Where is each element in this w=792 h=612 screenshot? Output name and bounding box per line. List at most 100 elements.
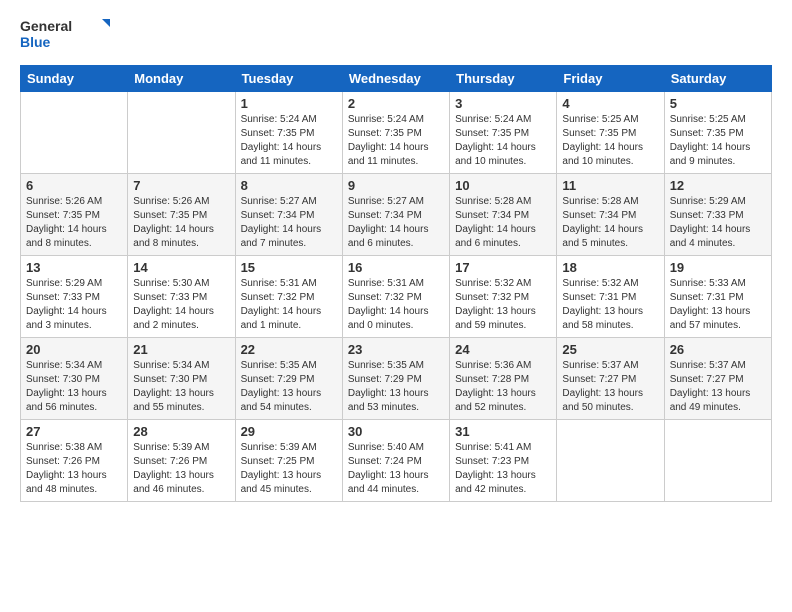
weekday-header-saturday: Saturday bbox=[664, 66, 771, 92]
day-info: Sunrise: 5:36 AM Sunset: 7:28 PM Dayligh… bbox=[455, 359, 551, 415]
calendar-cell: 19 Sunrise: 5:33 AM Sunset: 7:31 PM Dayli… bbox=[664, 256, 771, 338]
day-number: 2 bbox=[348, 96, 444, 111]
day-info: Sunrise: 5:25 AM Sunset: 7:35 PM Dayligh… bbox=[670, 113, 766, 169]
day-number: 1 bbox=[241, 96, 337, 111]
day-number: 26 bbox=[670, 342, 766, 357]
day-number: 30 bbox=[348, 424, 444, 439]
day-info: Sunrise: 5:24 AM Sunset: 7:35 PM Dayligh… bbox=[241, 113, 337, 169]
day-info: Sunrise: 5:35 AM Sunset: 7:29 PM Dayligh… bbox=[241, 359, 337, 415]
day-info: Sunrise: 5:33 AM Sunset: 7:31 PM Dayligh… bbox=[670, 277, 766, 333]
day-number: 29 bbox=[241, 424, 337, 439]
calendar-week-2: 6 Sunrise: 5:26 AM Sunset: 7:35 PM Daylig… bbox=[21, 174, 772, 256]
calendar-cell: 15 Sunrise: 5:31 AM Sunset: 7:32 PM Dayli… bbox=[235, 256, 342, 338]
svg-text:Blue: Blue bbox=[20, 34, 51, 50]
calendar-cell: 10 Sunrise: 5:28 AM Sunset: 7:34 PM Dayli… bbox=[450, 174, 557, 256]
day-number: 10 bbox=[455, 178, 551, 193]
weekday-header-tuesday: Tuesday bbox=[235, 66, 342, 92]
calendar-cell: 1 Sunrise: 5:24 AM Sunset: 7:35 PM Daylig… bbox=[235, 92, 342, 174]
calendar-cell: 11 Sunrise: 5:28 AM Sunset: 7:34 PM Dayli… bbox=[557, 174, 664, 256]
calendar-cell bbox=[664, 420, 771, 502]
weekday-header-wednesday: Wednesday bbox=[342, 66, 449, 92]
calendar-cell: 8Sunrise: 5:27 AM Sunset: 7:34 PM Daylig… bbox=[235, 174, 342, 256]
day-number: 14 bbox=[133, 260, 229, 275]
day-info: Sunrise: 5:29 AM Sunset: 7:33 PM Dayligh… bbox=[26, 277, 122, 333]
day-info: Sunrise: 5:35 AM Sunset: 7:29 PM Dayligh… bbox=[348, 359, 444, 415]
day-number: 22 bbox=[241, 342, 337, 357]
day-number: 15 bbox=[241, 260, 337, 275]
day-info: Sunrise: 5:31 AM Sunset: 7:32 PM Dayligh… bbox=[241, 277, 337, 333]
day-info: Sunrise: 5:41 AM Sunset: 7:23 PM Dayligh… bbox=[455, 441, 551, 497]
day-number: 13 bbox=[26, 260, 122, 275]
day-number: 31 bbox=[455, 424, 551, 439]
calendar-cell bbox=[21, 92, 128, 174]
calendar-cell: 18Sunrise: 5:32 AM Sunset: 7:31 PM Dayli… bbox=[557, 256, 664, 338]
day-number: 25 bbox=[562, 342, 658, 357]
day-info: Sunrise: 5:24 AM Sunset: 7:35 PM Dayligh… bbox=[348, 113, 444, 169]
calendar-cell: 12Sunrise: 5:29 AM Sunset: 7:33 PM Dayli… bbox=[664, 174, 771, 256]
day-number: 27 bbox=[26, 424, 122, 439]
calendar-cell: 16 Sunrise: 5:31 AM Sunset: 7:32 PM Dayli… bbox=[342, 256, 449, 338]
calendar-cell: 26 Sunrise: 5:37 AM Sunset: 7:27 PM Dayli… bbox=[664, 338, 771, 420]
calendar-cell: 22 Sunrise: 5:35 AM Sunset: 7:29 PM Dayli… bbox=[235, 338, 342, 420]
day-info: Sunrise: 5:26 AM Sunset: 7:35 PM Dayligh… bbox=[26, 195, 122, 251]
day-info: Sunrise: 5:32 AM Sunset: 7:32 PM Dayligh… bbox=[455, 277, 551, 333]
calendar-cell: 24Sunrise: 5:36 AM Sunset: 7:28 PM Dayli… bbox=[450, 338, 557, 420]
day-info: Sunrise: 5:34 AM Sunset: 7:30 PM Dayligh… bbox=[133, 359, 229, 415]
calendar-cell bbox=[128, 92, 235, 174]
day-info: Sunrise: 5:28 AM Sunset: 7:34 PM Dayligh… bbox=[455, 195, 551, 251]
calendar-cell: 28Sunrise: 5:39 AM Sunset: 7:26 PM Dayli… bbox=[128, 420, 235, 502]
calendar-cell: 21 Sunrise: 5:34 AM Sunset: 7:30 PM Dayli… bbox=[128, 338, 235, 420]
day-info: Sunrise: 5:28 AM Sunset: 7:34 PM Dayligh… bbox=[562, 195, 658, 251]
day-info: Sunrise: 5:38 AM Sunset: 7:26 PM Dayligh… bbox=[26, 441, 122, 497]
logo: General Blue bbox=[20, 15, 110, 55]
calendar-cell: 17Sunrise: 5:32 AM Sunset: 7:32 PM Dayli… bbox=[450, 256, 557, 338]
day-info: Sunrise: 5:34 AM Sunset: 7:30 PM Dayligh… bbox=[26, 359, 122, 415]
day-number: 11 bbox=[562, 178, 658, 193]
page: General Blue SundayMondayTuesdayWednesda… bbox=[0, 0, 792, 612]
calendar-cell: 9 Sunrise: 5:27 AM Sunset: 7:34 PM Daylig… bbox=[342, 174, 449, 256]
day-number: 5 bbox=[670, 96, 766, 111]
day-info: Sunrise: 5:25 AM Sunset: 7:35 PM Dayligh… bbox=[562, 113, 658, 169]
calendar-cell: 20 Sunrise: 5:34 AM Sunset: 7:30 PM Dayli… bbox=[21, 338, 128, 420]
day-info: Sunrise: 5:26 AM Sunset: 7:35 PM Dayligh… bbox=[133, 195, 229, 251]
calendar-cell: 2 Sunrise: 5:24 AM Sunset: 7:35 PM Daylig… bbox=[342, 92, 449, 174]
day-number: 6 bbox=[26, 178, 122, 193]
calendar-cell: 30 Sunrise: 5:40 AM Sunset: 7:24 PM Dayli… bbox=[342, 420, 449, 502]
day-info: Sunrise: 5:30 AM Sunset: 7:33 PM Dayligh… bbox=[133, 277, 229, 333]
calendar-cell bbox=[557, 420, 664, 502]
calendar-week-3: 13 Sunrise: 5:29 AM Sunset: 7:33 PM Dayli… bbox=[21, 256, 772, 338]
weekday-header-sunday: Sunday bbox=[21, 66, 128, 92]
calendar-week-1: 1 Sunrise: 5:24 AM Sunset: 7:35 PM Daylig… bbox=[21, 92, 772, 174]
day-number: 16 bbox=[348, 260, 444, 275]
calendar-cell: 29 Sunrise: 5:39 AM Sunset: 7:25 PM Dayli… bbox=[235, 420, 342, 502]
day-number: 23 bbox=[348, 342, 444, 357]
header: General Blue bbox=[20, 15, 772, 55]
day-number: 4 bbox=[562, 96, 658, 111]
day-info: Sunrise: 5:39 AM Sunset: 7:25 PM Dayligh… bbox=[241, 441, 337, 497]
day-info: Sunrise: 5:37 AM Sunset: 7:27 PM Dayligh… bbox=[670, 359, 766, 415]
day-number: 9 bbox=[348, 178, 444, 193]
day-info: Sunrise: 5:31 AM Sunset: 7:32 PM Dayligh… bbox=[348, 277, 444, 333]
day-info: Sunrise: 5:24 AM Sunset: 7:35 PM Dayligh… bbox=[455, 113, 551, 169]
day-info: Sunrise: 5:29 AM Sunset: 7:33 PM Dayligh… bbox=[670, 195, 766, 251]
calendar-cell: 6 Sunrise: 5:26 AM Sunset: 7:35 PM Daylig… bbox=[21, 174, 128, 256]
day-info: Sunrise: 5:37 AM Sunset: 7:27 PM Dayligh… bbox=[562, 359, 658, 415]
weekday-header-friday: Friday bbox=[557, 66, 664, 92]
logo-svg: General Blue bbox=[20, 15, 110, 55]
day-info: Sunrise: 5:40 AM Sunset: 7:24 PM Dayligh… bbox=[348, 441, 444, 497]
day-number: 21 bbox=[133, 342, 229, 357]
calendar-cell: 27 Sunrise: 5:38 AM Sunset: 7:26 PM Dayli… bbox=[21, 420, 128, 502]
calendar-week-5: 27 Sunrise: 5:38 AM Sunset: 7:26 PM Dayli… bbox=[21, 420, 772, 502]
day-number: 7 bbox=[133, 178, 229, 193]
calendar-cell: 13 Sunrise: 5:29 AM Sunset: 7:33 PM Dayli… bbox=[21, 256, 128, 338]
calendar-cell: 25 Sunrise: 5:37 AM Sunset: 7:27 PM Dayli… bbox=[557, 338, 664, 420]
day-number: 20 bbox=[26, 342, 122, 357]
calendar-cell: 3Sunrise: 5:24 AM Sunset: 7:35 PM Daylig… bbox=[450, 92, 557, 174]
weekday-header-row: SundayMondayTuesdayWednesdayThursdayFrid… bbox=[21, 66, 772, 92]
day-number: 8 bbox=[241, 178, 337, 193]
day-info: Sunrise: 5:27 AM Sunset: 7:34 PM Dayligh… bbox=[348, 195, 444, 251]
calendar-cell: 7 Sunrise: 5:26 AM Sunset: 7:35 PM Daylig… bbox=[128, 174, 235, 256]
day-number: 19 bbox=[670, 260, 766, 275]
day-info: Sunrise: 5:39 AM Sunset: 7:26 PM Dayligh… bbox=[133, 441, 229, 497]
calendar-cell: 4 Sunrise: 5:25 AM Sunset: 7:35 PM Daylig… bbox=[557, 92, 664, 174]
